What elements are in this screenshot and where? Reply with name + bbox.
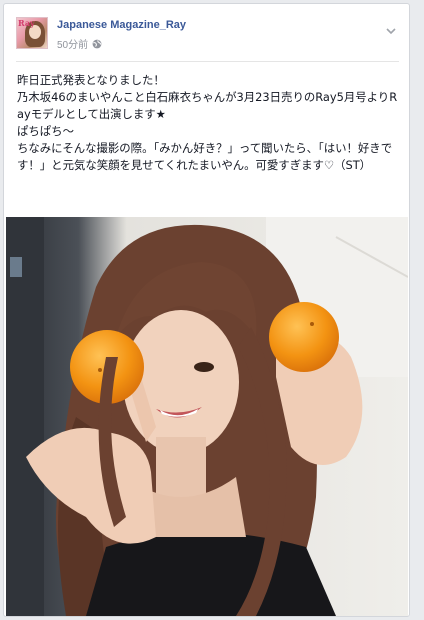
post-meta: 50分前 (57, 36, 102, 51)
post-timestamp[interactable]: 50分前 (57, 36, 88, 51)
post-text-line: ぱちぱち～ (17, 124, 74, 138)
photo-woman-holding-oranges-icon (6, 217, 408, 616)
post-photo[interactable] (6, 217, 408, 616)
avatar-logo: Ray (18, 18, 35, 28)
page-avatar[interactable]: Ray (16, 17, 48, 49)
post-text-line: 昨日正式発表となりました！ (17, 73, 165, 87)
post-text-line: ちなみにそんな撮影の際。「みかん好き？」って聞いたら、「はい！好きです！」と元気… (17, 141, 393, 172)
header-divider (16, 61, 399, 62)
post-card: Ray Japanese Magazine_Ray 50分前 昨日正式発表となり… (3, 3, 410, 617)
post-header: Ray Japanese Magazine_Ray 50分前 (16, 17, 401, 57)
chevron-down-icon[interactable] (385, 25, 397, 37)
page-name-link[interactable]: Japanese Magazine_Ray (57, 19, 186, 31)
post-text-line: 乃木坂46のまいやんこと白石麻衣ちゃんが3月23日売りのRay5月号よりRayモ… (17, 90, 398, 121)
post-text: 昨日正式発表となりました！ 乃木坂46のまいやんこと白石麻衣ちゃんが3月23日売… (17, 72, 403, 174)
globe-icon (92, 39, 102, 48)
